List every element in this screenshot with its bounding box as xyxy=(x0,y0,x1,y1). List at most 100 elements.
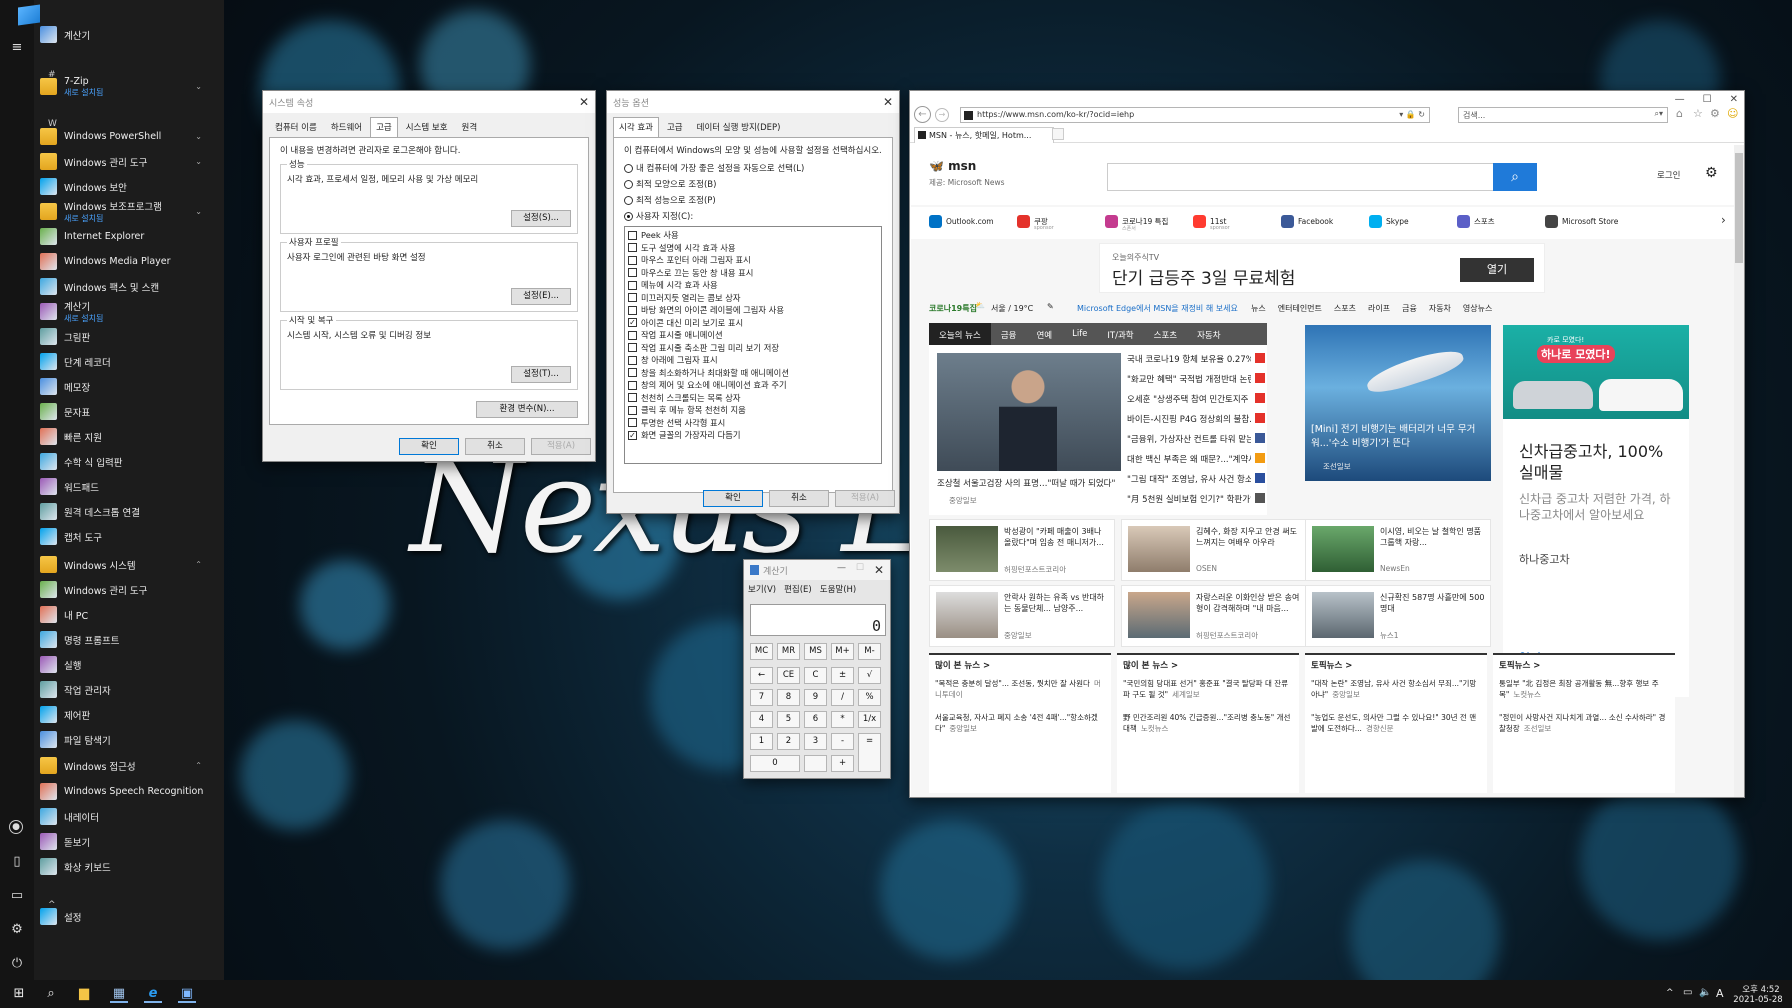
memory-button[interactable]: MS xyxy=(804,643,827,660)
pictures-icon[interactable]: ▭ xyxy=(9,888,25,904)
radio-custom[interactable]: 사용자 지정(C): xyxy=(624,210,882,222)
headline-item[interactable]: "月 5천원 실비보험 인기?" 학판가입 "... xyxy=(1127,493,1251,505)
start-app-item[interactable]: 내레이터 xyxy=(40,804,216,829)
start-app-item[interactable]: 제어판 xyxy=(40,702,216,727)
minimize-icon[interactable]: — xyxy=(1675,94,1685,105)
msn-search-button[interactable]: ⌕ xyxy=(1493,163,1537,191)
bottom-news-item[interactable]: 서울교육청, 자사고 폐지 소송 '4전 4패'..."항소하겠다" 중앙일보 xyxy=(929,709,1111,743)
msn-search-input[interactable] xyxy=(1107,163,1497,191)
checkbox[interactable] xyxy=(628,343,637,353)
start-app-item[interactable]: 돋보기 xyxy=(40,829,216,854)
checkbox[interactable]: ✓ xyxy=(628,430,637,440)
calc-key-button[interactable]: 9 xyxy=(804,689,827,706)
cancel-button[interactable]: 취소 xyxy=(465,438,525,455)
back-icon[interactable]: ← xyxy=(914,106,931,123)
calc-key-button[interactable]: 1/x xyxy=(858,711,881,728)
memory-button[interactable]: MR xyxy=(777,643,800,660)
close-icon[interactable]: ✕ xyxy=(874,563,884,577)
section-heading[interactable]: 토픽뉴스 > xyxy=(1305,655,1487,675)
section-heading[interactable]: 토픽뉴스 > xyxy=(1493,655,1675,675)
start-app-item[interactable]: Windows Media Player xyxy=(40,249,216,274)
ime-language[interactable]: A xyxy=(1716,987,1724,1000)
news-card[interactable]: 안락사 원하는 유족 vs 반대하는 동물단체... 남양주... 중앙일보 xyxy=(929,585,1115,647)
calc-key-button[interactable]: 7 xyxy=(750,689,773,706)
start-app-item[interactable]: 명령 프롬프트 xyxy=(40,627,216,652)
section-heading[interactable]: 많이 본 뉴스 > xyxy=(929,655,1111,675)
bottom-news-item[interactable]: "국민의힘 당대표 선거" 홍준표 "결국 탈당파 대 잔류파 구도 될 것" 세… xyxy=(1117,675,1299,709)
edge-note[interactable]: Microsoft Edge에서 MSN을 재정비 해 보세요 xyxy=(1077,303,1238,314)
effect-checkbox-row[interactable]: Peek 사용 xyxy=(628,229,878,242)
feature-tile[interactable]: [Mini] 전기 비행기는 배터리가 너무 무거워...'수소 비행기'가 뜬… xyxy=(1305,325,1491,481)
file-explorer-icon[interactable]: ▆ xyxy=(75,985,93,1003)
checkbox[interactable] xyxy=(628,243,637,253)
news-card[interactable]: 이시영, 비오는 날 철학인 명품 그룹핵 자랑... NewsEn xyxy=(1305,519,1491,581)
start-app-item[interactable]: 메모장 xyxy=(40,374,216,399)
power-icon[interactable]: ⏻ xyxy=(9,956,25,972)
news-card[interactable] xyxy=(1305,485,1491,515)
performance-settings-button[interactable]: 설정(S)... xyxy=(511,210,571,227)
shortcut-link[interactable]: Facebook xyxy=(1281,215,1333,228)
shortcut-link[interactable]: 스포츠 xyxy=(1457,215,1495,228)
effect-checkbox-row[interactable]: 도구 설명에 시각 효과 사용 xyxy=(628,242,878,255)
start-app-item[interactable]: Windows 보조프로그램 새로 설치됨 ⌄ xyxy=(40,199,216,224)
start-app-item[interactable]: 계산기 xyxy=(40,22,216,47)
start-app-item[interactable]: Windows 관리 도구 ⌄ xyxy=(40,149,216,174)
close-icon[interactable]: ✕ xyxy=(1730,94,1738,105)
tools-gear-icon[interactable]: ⚙ xyxy=(1710,107,1720,120)
calc-key-button[interactable]: - xyxy=(831,733,854,750)
effect-checkbox-row[interactable]: ✓ 화면 글꼴의 가장자리 다듬기 xyxy=(628,429,878,442)
promo-tile[interactable]: 카로 모였다! 하나로 모였다! 신차급중고차, 100% 실매물 신차급 중고… xyxy=(1503,325,1689,697)
tab-computer-name[interactable]: 컴퓨터 이름 xyxy=(269,117,323,137)
news-subtab[interactable]: 오늘의 뉴스 xyxy=(929,323,991,345)
checkbox[interactable] xyxy=(628,255,637,265)
bottom-news-item[interactable]: "목적은 충분히 달성"... 조선동, 뭣치만 잘 사원다 머니투데이 xyxy=(929,675,1111,709)
hero-caption[interactable]: 조상철 서울고검장 사의 표명…"떠날 때가 되었다" xyxy=(937,477,1121,489)
equals-button[interactable]: = xyxy=(858,733,881,772)
checkbox[interactable] xyxy=(628,330,637,340)
calc-key-button[interactable]: CE xyxy=(777,667,800,684)
chevron-icon[interactable]: ⌄ xyxy=(195,157,202,166)
bottom-news-item[interactable]: "대작 논란" 조영남, 유사 사건 항소심서 무죄..."기망 아냐" 중앙일보 xyxy=(1305,675,1487,709)
close-icon[interactable]: ✕ xyxy=(579,95,589,109)
volume-icon[interactable]: 🔈 xyxy=(1699,987,1711,998)
browser-tab[interactable]: MSN - 뉴스, 핫메일, Hotm...✕ xyxy=(914,127,1063,143)
start-app-item[interactable]: 계산기 새로 설치됨 xyxy=(40,299,216,324)
chevron-icon[interactable]: ⌃ xyxy=(195,560,202,569)
effect-checkbox-row[interactable]: 마우스 포인터 아래 그림자 표시 xyxy=(628,254,878,267)
category-link[interactable]: 엔터테인먼트 xyxy=(1278,303,1322,314)
calc-key-button[interactable]: ± xyxy=(831,667,854,684)
effect-checkbox-row[interactable]: 창 아래에 그림자 표시 xyxy=(628,354,878,367)
shortcut-link[interactable]: 코로나19 특집 스폰서 xyxy=(1105,215,1168,232)
start-app-item[interactable]: Windows PowerShell ⌄ xyxy=(40,124,216,149)
news-subtab[interactable]: 금융 xyxy=(991,323,1027,345)
clock-date[interactable]: 2021-05-28 xyxy=(1730,995,1786,1005)
chevron-icon[interactable]: ⌄ xyxy=(195,207,202,216)
headline-item[interactable]: 국내 코로나19 항체 보유율 0.27% "적... xyxy=(1127,353,1251,365)
news-subtab[interactable]: IT/과학 xyxy=(1097,323,1143,345)
calc-key-button[interactable]: 5 xyxy=(777,711,800,728)
forward-icon[interactable]: → xyxy=(935,108,949,122)
category-link[interactable]: 스포츠 xyxy=(1334,303,1356,314)
shortcut-link[interactable]: 11st sponsor xyxy=(1193,215,1230,231)
calc-key-button[interactable]: 8 xyxy=(777,689,800,706)
news-card[interactable]: 자랑스러운 이화인상 받은 송여형이 감격해하며 "내 마음... 허핑턴포스트코… xyxy=(1121,585,1307,647)
shortcut-link[interactable]: Outlook.com xyxy=(929,215,994,228)
address-input[interactable]: https://www.msn.com/ko-kr/?ocid=iehp ▾ 🔒 … xyxy=(960,107,1430,123)
user-avatar-icon[interactable]: ● xyxy=(9,820,23,834)
effect-checkbox-row[interactable]: 창의 제어 및 요소에 애니메이션 효과 주기 xyxy=(628,379,878,392)
category-link[interactable]: 라이프 xyxy=(1368,303,1390,314)
effect-checkbox-row[interactable]: 작업 표시줄 축소판 그림 미리 보기 저장 xyxy=(628,342,878,355)
effect-checkbox-row[interactable]: 미끄러지듯 열리는 콤보 상자 xyxy=(628,292,878,305)
memory-button[interactable]: M+ xyxy=(831,643,854,660)
settings-gear-icon[interactable]: ⚙ xyxy=(9,922,25,938)
calc-key-button[interactable]: 4 xyxy=(750,711,773,728)
effect-checkbox-row[interactable]: 메뉴에 시각 효과 사용 xyxy=(628,279,878,292)
memory-button[interactable]: M- xyxy=(858,643,881,660)
tab-advanced[interactable]: 고급 xyxy=(661,117,689,137)
calc-key-button[interactable]: / xyxy=(831,689,854,706)
scroll-thumb[interactable] xyxy=(1735,153,1743,263)
chevron-icon[interactable]: ⌄ xyxy=(195,82,202,91)
titlebar[interactable]: 계산기 — ☐ ✕ xyxy=(744,560,890,580)
category-link[interactable]: 자동차 xyxy=(1429,303,1451,314)
news-card[interactable]: 박성광이 "카페 매출이 3배나 올랐다"며 임송 전 매니저가... 허핑턴포스… xyxy=(929,519,1115,581)
